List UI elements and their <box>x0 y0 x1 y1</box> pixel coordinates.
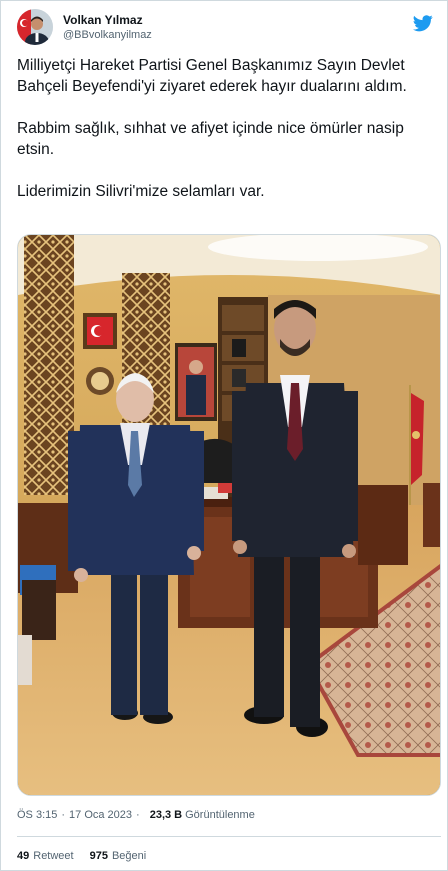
views-label: Görüntülenme <box>185 809 255 821</box>
tweet-meta: ÖS 3:15 · 17 Oca 2023 · 23,3 B Görüntüle… <box>17 809 255 821</box>
tweet-time[interactable]: ÖS 3:15 <box>17 809 57 821</box>
author-handle[interactable]: @BBvolkanyilmaz <box>63 28 152 42</box>
views-count: 23,3 B <box>149 809 183 821</box>
office-visit-photo <box>18 235 440 795</box>
separator-dot: · <box>61 809 66 821</box>
retweets-label: Retweet <box>33 850 74 862</box>
tweet-header: Volkan Yılmaz @BBvolkanyilmaz <box>17 9 152 45</box>
tweet-text: Milliyetçi Hareket Partisi Genel Başkanı… <box>17 55 427 202</box>
likes-label: Beğeni <box>111 850 147 862</box>
tweet-date[interactable]: 17 Oca 2023 <box>69 809 132 821</box>
author-names: Volkan Yılmaz @BBvolkanyilmaz <box>63 13 152 42</box>
divider <box>17 836 441 837</box>
tweet-paragraph-1: Milliyetçi Hareket Partisi Genel Başkanı… <box>17 57 407 95</box>
retweets-count: 49 <box>17 850 30 862</box>
twitter-bird-icon[interactable] <box>413 13 433 33</box>
tweet-paragraph-3: Liderimizin Silivri'mize selamları var. <box>17 183 265 200</box>
author-avatar[interactable] <box>17 9 53 45</box>
separator-dot: · <box>136 809 140 821</box>
likes-count: 975 <box>89 850 108 862</box>
tweet-stats: 49 Retweet 975 Beğeni <box>17 850 162 862</box>
author-display-name[interactable]: Volkan Yılmaz <box>63 13 152 28</box>
likes-stat[interactable]: 975 Beğeni <box>90 850 147 862</box>
avatar-image <box>17 9 53 45</box>
tweet-photo[interactable] <box>17 234 441 796</box>
tweet-card: Volkan Yılmaz @BBvolkanyilmaz Milliyetçi… <box>0 0 448 871</box>
retweets-stat[interactable]: 49 Retweet <box>17 850 74 862</box>
tweet-paragraph-2: Rabbim sağlık, sıhhat ve afiyet içinde n… <box>17 120 404 158</box>
